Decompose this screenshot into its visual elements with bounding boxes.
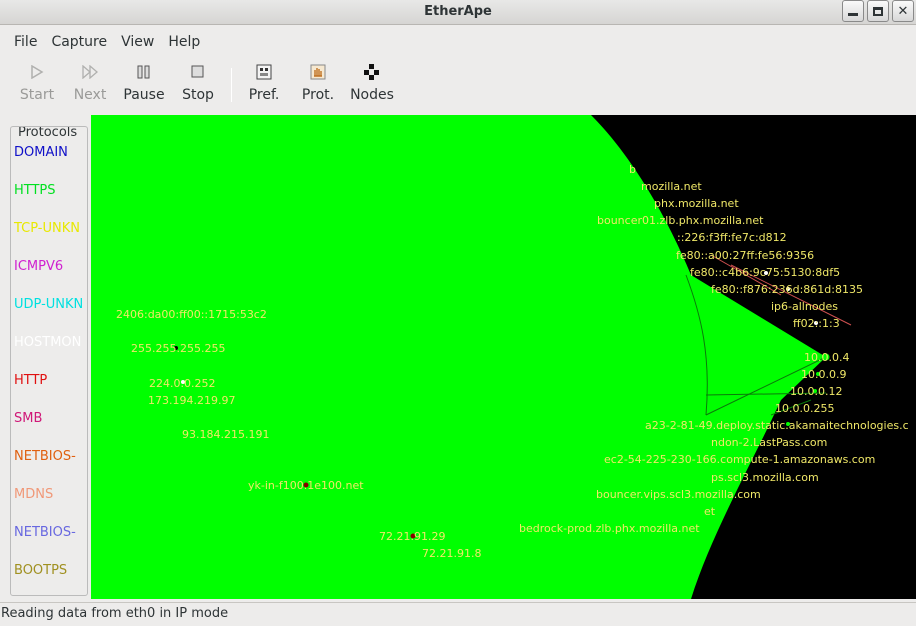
node-label: 10.0.0.4 [804,351,849,364]
node-label: mozilla.net [641,180,702,193]
minimize-button[interactable] [842,0,864,22]
node-label: bouncer01.zlb.phx.mozilla.net [597,214,764,227]
node-label: 2406:da00:ff00::1715:53c2 [116,308,267,321]
nodes-icon [364,64,379,80]
stop-icon [191,65,204,78]
protocol-item: NETBIOS- [14,449,76,464]
maximize-button[interactable] [867,0,889,22]
node-label: fe80::a00:27ff:fe56:9356 [676,249,814,262]
stop-label: Stop [182,87,214,103]
node-label: yk-in-f100.1e100.net [248,479,364,492]
nodes-label: Nodes [350,87,394,103]
node-label: et [704,505,716,518]
preferences-button[interactable]: Pref. [240,62,288,108]
nodes-button[interactable]: Nodes [348,62,396,108]
toolbar-separator [231,68,232,102]
node-label: 255.255.255.255 [131,342,225,355]
node-label: ps.scl3.mozilla.com [711,471,819,484]
stop-button[interactable]: Stop [174,62,222,108]
minimize-icon [848,12,858,16]
protocols-hand-icon [310,64,326,80]
traffic-blob [91,115,826,599]
node-label: 224.0.0.252 [149,377,215,390]
close-icon: ✕ [897,3,909,19]
node-label: ::226:f3ff:fe7c:d812 [677,231,787,244]
protocol-item: HOSTMON [14,335,82,350]
node-label: b [629,163,636,176]
menu-view[interactable]: View [114,30,161,54]
network-canvas[interactable]: 2406:da00:ff00::1715:53c2 255.255.255.25… [91,115,916,599]
protocols-label: Prot. [301,87,335,103]
close-button[interactable]: ✕ [892,0,914,22]
protocol-item: ICMPV6 [14,259,64,274]
next-icon [82,65,98,79]
menu-file[interactable]: File [0,30,44,54]
next-button[interactable]: Next [66,62,114,108]
menu-bar: File Capture View Help [0,30,207,54]
pause-icon [137,65,150,79]
toolbar: Start Next Pause Stop Pref. Prot. Nodes [0,58,916,110]
node-label: 93.184.215.191 [182,428,269,441]
maximize-icon [873,6,883,16]
pause-button[interactable]: Pause [120,62,168,108]
node-label: 10.0.0.255 [775,402,834,415]
protocol-item: BOOTPS [14,563,68,578]
node-label: ec2-54-225-230-166.compute-1.amazonaws.c… [604,453,875,466]
node-label: 72.21.91.8 [422,547,481,560]
node-label: ip6-allnodes [771,300,838,313]
node-label: 72.21.91.29 [379,530,445,543]
start-button[interactable]: Start [13,62,61,108]
menu-help[interactable]: Help [161,30,207,54]
node-label: 173.194.219.97 [148,394,235,407]
node-label: bouncer.vips.scl3.mozilla.com [596,488,761,501]
node-label: bedrock-prod.zlb.phx.mozilla.net [519,522,700,535]
title-bar: EtherApe ✕ [0,0,916,25]
node-label: phx.mozilla.net [654,197,739,210]
node-label: ff02::1:3 [793,317,840,330]
node-label: fe80::c4b6:9c75:5130:8df5 [690,266,840,279]
menu-capture[interactable]: Capture [44,30,114,54]
preferences-icon [256,64,272,80]
status-bar: Reading data from eth0 in IP mode [0,602,916,626]
window-controls: ✕ [839,0,914,22]
start-label: Start [19,87,55,103]
node-label: 10.0.0.12 [790,385,842,398]
protocols-button[interactable]: Prot. [294,62,342,108]
protocol-item: MDNS [14,487,54,502]
play-icon [31,65,44,79]
protocol-item: HTTP [14,373,48,388]
protocol-item: DOMAIN [14,145,68,160]
node-label: 10.0.0.9 [801,368,846,381]
protocol-item: TCP-UNKN [14,221,80,236]
node-label: fe80::f876:236d:861d:8135 [711,283,863,296]
protocol-item: SMB [14,411,43,426]
status-text: Reading data from eth0 in IP mode [1,606,229,621]
protocols-panel: Protocols DOMAIN HTTPS TCP-UNKN ICMPV6 U… [10,126,88,596]
protocol-item: UDP-UNKN [14,297,84,312]
preferences-label: Pref. [248,87,280,103]
window-title: EtherApe [424,4,492,19]
protocol-item: HTTPS [14,183,56,198]
protocols-title: Protocols [17,126,79,140]
protocol-item: NETBIOS- [14,525,76,540]
node-label: ndon-2.LastPass.com [711,436,827,449]
pause-label: Pause [123,87,165,103]
next-label: Next [73,87,107,103]
node-label: a23-2-81-49.deploy.static.akamaitechnolo… [645,419,909,432]
